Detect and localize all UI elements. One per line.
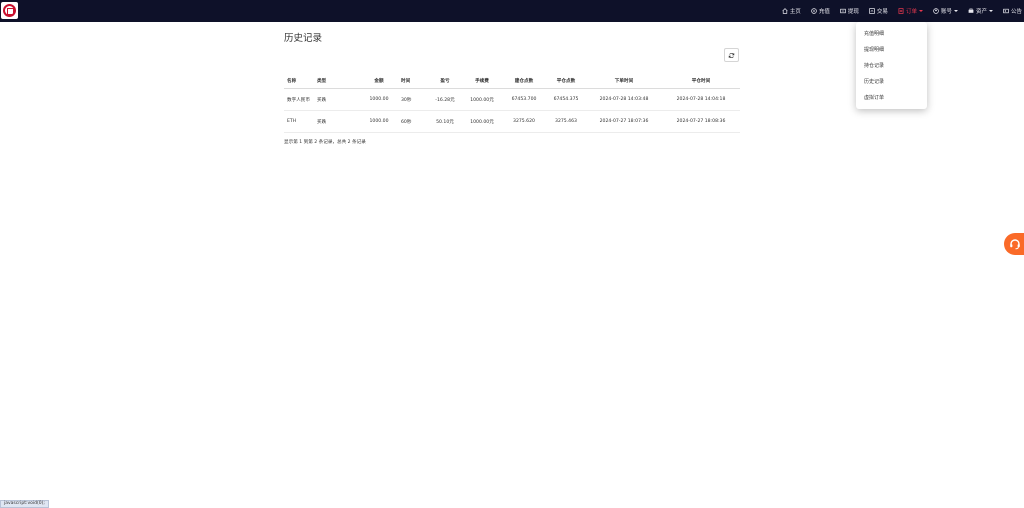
column-header: 盈亏 (428, 73, 462, 89)
table-row: ETH 买跌 1000.00 60秒 50.10元 1000.00元 3275.… (284, 110, 740, 133)
column-header: 时间 (398, 73, 428, 89)
table-cell: 67454.375 (546, 88, 586, 111)
nav-withdraw[interactable]: 提现 (840, 7, 859, 15)
bank-logo[interactable] (1, 2, 18, 19)
table-header-row: 名称 类型 金额 时间 盈亏 手续费 建仓点数 平仓点数 下单时间 平仓时间 (284, 73, 740, 89)
orders-dropdown-menu: 充值明细 提现明细 持仓记录 历史记录 虚拟订单 (856, 22, 927, 109)
table-cell: 1000.00 (360, 88, 398, 111)
nav-home[interactable]: 主页 (782, 7, 801, 15)
table-cell: ETH (284, 110, 314, 133)
nav-assets-label: 资产 (975, 9, 987, 15)
table-cell: 2024-07-28 14:03:48 (586, 88, 662, 111)
nav-home-label: 主页 (789, 9, 801, 15)
column-header: 平仓时间 (662, 73, 740, 89)
nav-account[interactable]: 账号 (933, 7, 958, 15)
column-header: 金额 (360, 73, 398, 89)
nav-trade[interactable]: 交易 (869, 7, 888, 15)
nav-recharge[interactable]: 充值 (811, 7, 830, 15)
nav-assets[interactable]: 资产 (968, 7, 993, 15)
nav-trade-label: 交易 (876, 9, 888, 15)
nav-recharge-label: 充值 (818, 9, 830, 15)
table-cell: 50.10元 (428, 110, 462, 133)
table-cell: 买跌 (314, 88, 360, 111)
refresh-icon (728, 52, 735, 58)
table-cell: 1000.00元 (462, 88, 502, 111)
chevron-down-icon (918, 10, 923, 12)
nav-orders-label: 订单 (905, 9, 917, 15)
logo-square (7, 8, 14, 15)
refresh-button[interactable] (724, 48, 739, 62)
dropdown-item-position-records[interactable]: 持仓记录 (864, 62, 884, 69)
account-icon (933, 8, 939, 14)
nav-notice[interactable]: 公告 (1003, 7, 1022, 15)
table-cell: 2024-07-27 18:07:36 (586, 110, 662, 133)
withdraw-icon (840, 8, 846, 14)
page-title: 历史记录 (284, 33, 323, 44)
customer-service-button[interactable] (1004, 233, 1024, 255)
table-cell: 3275.620 (502, 110, 546, 133)
recharge-icon (811, 8, 817, 14)
column-header: 手续费 (462, 73, 502, 89)
dropdown-item-virtual-orders[interactable]: 虚拟订单 (864, 94, 884, 101)
chevron-down-icon (988, 10, 993, 12)
nav-account-label: 账号 (940, 9, 952, 15)
nav-notice-label: 公告 (1010, 9, 1022, 15)
nav-menu: 主页 充值 提现 交易 订单 账号 资产 公告 (772, 0, 1022, 22)
assets-icon (968, 8, 974, 13)
table-cell: 数字人民币 (284, 88, 314, 111)
status-bar-url: javascript:void(0); (0, 500, 49, 508)
top-navbar: 主页 充值 提现 交易 订单 账号 资产 公告 (0, 0, 1024, 22)
chevron-down-icon (953, 10, 958, 12)
column-header: 平仓点数 (546, 73, 586, 89)
notice-icon (1003, 8, 1009, 14)
table-cell: 67453.700 (502, 88, 546, 111)
table-row: 数字人民币 买跌 1000.00 30秒 -16.28元 1000.00元 67… (284, 88, 740, 111)
column-header: 下单时间 (586, 73, 662, 89)
table-cell: 60秒 (398, 110, 428, 133)
dropdown-item-history-records[interactable]: 历史记录 (864, 78, 884, 85)
table-cell: 2024-07-27 18:08:36 (662, 110, 740, 133)
dropdown-item-recharge-details[interactable]: 充值明细 (864, 30, 884, 37)
orders-icon (898, 8, 904, 14)
table-cell: 2024-07-28 14:04:18 (662, 88, 740, 111)
home-icon (782, 8, 788, 14)
table-cell: 30秒 (398, 88, 428, 111)
column-header: 类型 (314, 73, 360, 89)
history-table: 名称 类型 金额 时间 盈亏 手续费 建仓点数 平仓点数 下单时间 平仓时间 数… (284, 73, 740, 133)
dropdown-item-withdraw-details[interactable]: 提现明细 (864, 46, 884, 53)
nav-orders[interactable]: 订单 (898, 7, 923, 15)
table-cell: 1000.00 (360, 110, 398, 133)
column-header: 名称 (284, 73, 314, 89)
nav-withdraw-label: 提现 (847, 9, 859, 15)
trade-icon (869, 8, 875, 14)
table-cell: -16.28元 (428, 88, 462, 111)
pagination-info: 显示第 1 到第 2 条记录，总共 2 条记录 (284, 140, 366, 145)
table-cell: 3275.463 (546, 110, 586, 133)
headset-icon (1010, 239, 1020, 250)
table-cell: 买跌 (314, 110, 360, 133)
table-cell: 1000.00元 (462, 110, 502, 133)
column-header: 建仓点数 (502, 73, 546, 89)
